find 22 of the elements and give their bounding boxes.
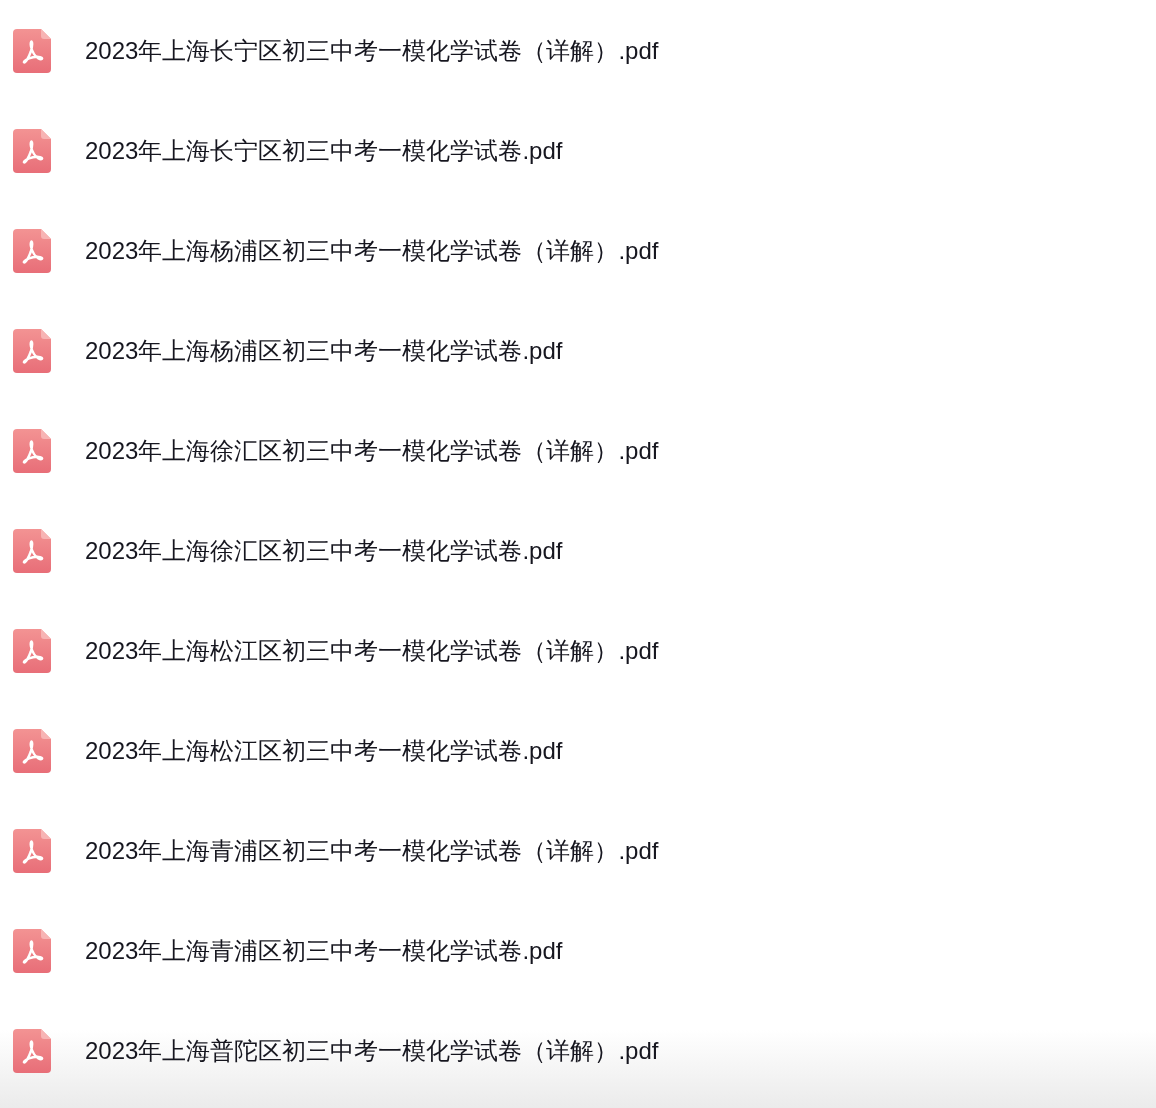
file-name[interactable]: 2023年上海松江区初三中考一模化学试卷（详解）.pdf: [85, 636, 659, 666]
file-name[interactable]: 2023年上海杨浦区初三中考一模化学试卷.pdf: [85, 336, 563, 366]
file-name[interactable]: 2023年上海长宁区初三中考一模化学试卷（详解）.pdf: [85, 36, 659, 66]
pdf-file-icon: [13, 629, 51, 673]
pdf-file-icon: [13, 329, 51, 373]
pdf-file-icon: [13, 529, 51, 573]
file-name[interactable]: 2023年上海松江区初三中考一模化学试卷.pdf: [85, 736, 563, 766]
file-name[interactable]: 2023年上海长宁区初三中考一模化学试卷.pdf: [85, 136, 563, 166]
file-name[interactable]: 2023年上海徐汇区初三中考一模化学试卷.pdf: [85, 536, 563, 566]
pdf-file-icon: [13, 929, 51, 973]
file-name[interactable]: 2023年上海普陀区初三中考一模化学试卷（详解）.pdf: [85, 1036, 659, 1066]
pdf-file-icon: [13, 729, 51, 773]
file-name[interactable]: 2023年上海青浦区初三中考一模化学试卷.pdf: [85, 936, 563, 966]
pdf-file-icon: [13, 129, 51, 173]
pdf-file-icon: [13, 229, 51, 273]
pdf-file-icon: [13, 829, 51, 873]
pdf-file-icon: [13, 429, 51, 473]
file-name[interactable]: 2023年上海徐汇区初三中考一模化学试卷（详解）.pdf: [85, 436, 659, 466]
pdf-file-icon: [13, 1029, 51, 1073]
file-name[interactable]: 2023年上海青浦区初三中考一模化学试卷（详解）.pdf: [85, 836, 659, 866]
file-name[interactable]: 2023年上海杨浦区初三中考一模化学试卷（详解）.pdf: [85, 236, 659, 266]
pdf-file-icon: [13, 29, 51, 73]
